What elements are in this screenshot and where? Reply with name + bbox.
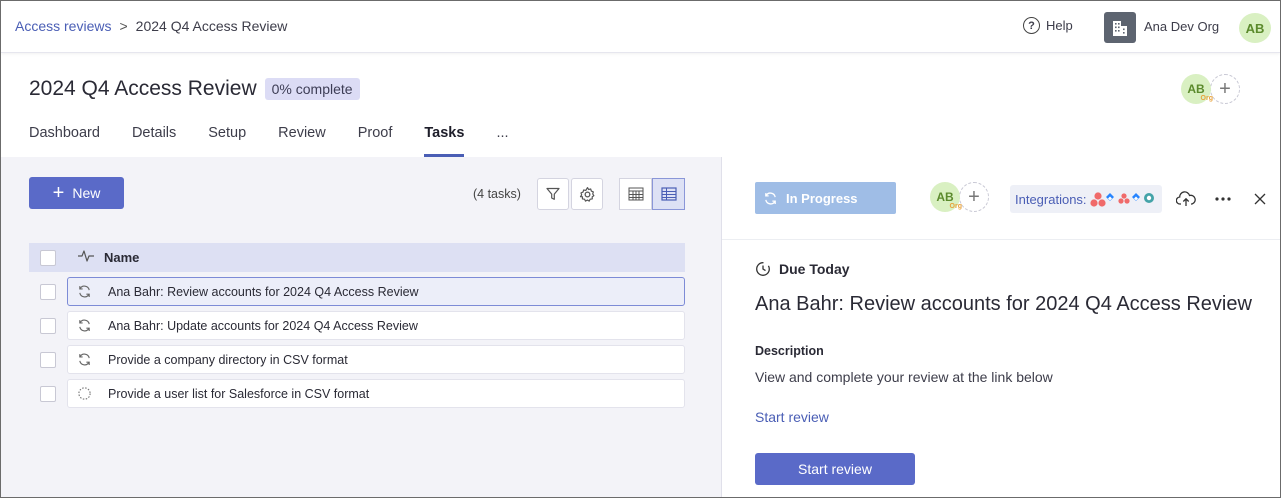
- table-view-button[interactable]: [652, 178, 685, 210]
- clock-icon: [756, 262, 770, 276]
- task-card[interactable]: Provide a user list for Salesforce in CS…: [67, 379, 685, 408]
- table-row: Ana Bahr: Update accounts for 2024 Q4 Ac…: [29, 311, 685, 340]
- filter-icon: [546, 187, 560, 200]
- sync-icon: [765, 191, 776, 205]
- integrations-label: Integrations:: [1015, 191, 1087, 207]
- task-count: (4 tasks): [473, 187, 521, 201]
- review-members: AB Org +: [1181, 74, 1240, 104]
- board-view-icon: [628, 187, 643, 201]
- question-circle-icon: ?: [1023, 17, 1040, 34]
- assignee-initials: AB: [936, 190, 954, 204]
- start-review-link[interactable]: Start review: [755, 409, 829, 425]
- member-role-badge: Org: [1200, 95, 1213, 102]
- row-checkbox[interactable]: [40, 351, 56, 368]
- tab-dashboard[interactable]: Dashboard: [29, 125, 100, 157]
- tab-bar: Dashboard Details Setup Review Proof Tas…: [29, 125, 509, 157]
- tab-review[interactable]: Review: [278, 125, 326, 157]
- description-label: Description: [755, 344, 824, 358]
- tab-tasks[interactable]: Tasks: [424, 125, 465, 157]
- tab-details[interactable]: Details: [132, 125, 176, 157]
- cloud-upload-button[interactable]: [1174, 187, 1198, 211]
- table-row: Provide a user list for Salesforce in CS…: [29, 379, 685, 408]
- task-name: Ana Bahr: Review accounts for 2024 Q4 Ac…: [108, 284, 419, 299]
- task-name: Provide a user list for Salesforce in CS…: [108, 386, 370, 401]
- page-title: 2024 Q4 Access Review: [29, 77, 257, 100]
- sync-icon: [76, 318, 92, 334]
- help-button[interactable]: ? Help: [1023, 17, 1073, 34]
- table-header: Name: [29, 243, 685, 272]
- assignee-avatar[interactable]: AB Org: [930, 182, 962, 212]
- select-all-checkbox[interactable]: [40, 249, 56, 266]
- user-avatar[interactable]: AB: [1239, 13, 1271, 43]
- tasks-list-pane: + New (4 tasks) Name Ana Bahr: Review ac…: [1, 157, 721, 497]
- tab-more[interactable]: ...: [496, 125, 508, 157]
- row-checkbox[interactable]: [40, 317, 56, 334]
- sync-icon: [76, 284, 92, 300]
- tab-proof[interactable]: Proof: [358, 125, 393, 157]
- settings-button[interactable]: [571, 178, 603, 210]
- integrations-button[interactable]: Integrations:: [1010, 185, 1162, 213]
- task-detail-pane: In Progress AB Org + Integrations: Due T…: [722, 157, 1280, 497]
- table-row: Ana Bahr: Review accounts for 2024 Q4 Ac…: [29, 277, 685, 306]
- task-card[interactable]: Ana Bahr: Update accounts for 2024 Q4 Ac…: [67, 311, 685, 340]
- breadcrumb: Access reviews > 2024 Q4 Access Review: [15, 18, 287, 34]
- new-task-label: New: [72, 185, 101, 201]
- description-text: View and complete your review at the lin…: [755, 369, 1053, 385]
- filter-button[interactable]: [537, 178, 569, 210]
- status-button[interactable]: In Progress: [755, 182, 896, 214]
- plus-icon: +: [52, 182, 65, 204]
- column-name-header[interactable]: Name: [104, 250, 139, 265]
- more-options-button[interactable]: [1211, 187, 1235, 211]
- help-label: Help: [1046, 18, 1073, 33]
- close-panel-button[interactable]: [1248, 187, 1272, 211]
- breadcrumb-separator: >: [119, 18, 128, 34]
- assignee-role-badge: Org: [949, 203, 962, 210]
- org-name[interactable]: Ana Dev Org: [1144, 19, 1219, 34]
- detail-divider: [722, 239, 1280, 240]
- gear-icon: [579, 186, 594, 202]
- task-name: Provide a company directory in CSV forma…: [108, 352, 348, 367]
- breadcrumb-access-reviews[interactable]: Access reviews: [15, 18, 111, 34]
- row-checkbox[interactable]: [40, 283, 56, 300]
- close-icon: [1254, 193, 1266, 205]
- integration-logos-icon: [1089, 192, 1154, 207]
- add-member-button[interactable]: +: [1210, 74, 1240, 104]
- board-view-button[interactable]: [619, 178, 652, 210]
- new-task-button[interactable]: + New: [29, 177, 124, 209]
- status-label: In Progress: [786, 190, 858, 206]
- more-horizontal-icon: [1215, 197, 1231, 201]
- top-bar: Access reviews > 2024 Q4 Access Review ?…: [1, 1, 1280, 53]
- task-card[interactable]: Ana Bahr: Review accounts for 2024 Q4 Ac…: [67, 277, 685, 306]
- table-row: Provide a company directory in CSV forma…: [29, 345, 685, 374]
- app-frame: Access reviews > 2024 Q4 Access Review ?…: [0, 0, 1281, 498]
- breadcrumb-current: 2024 Q4 Access Review: [135, 18, 288, 34]
- task-title: Ana Bahr: Review accounts for 2024 Q4 Ac…: [755, 293, 1252, 315]
- row-checkbox[interactable]: [40, 385, 56, 402]
- start-review-button[interactable]: Start review: [755, 453, 915, 485]
- due-date: Due Today: [755, 261, 850, 277]
- add-assignee-button[interactable]: +: [959, 182, 989, 212]
- task-card[interactable]: Provide a company directory in CSV forma…: [67, 345, 685, 374]
- due-label: Due Today: [779, 261, 850, 277]
- cloud-upload-icon: [1176, 191, 1196, 206]
- view-toggle: [619, 178, 685, 210]
- page-header: 2024 Q4 Access Review 0% complete: [29, 77, 360, 101]
- tab-setup[interactable]: Setup: [208, 125, 246, 157]
- task-assignees: AB Org +: [930, 182, 989, 212]
- member-initials: AB: [1187, 82, 1205, 96]
- pending-circle-icon: [76, 386, 92, 402]
- table-view-icon: [660, 187, 677, 201]
- activity-icon: [78, 249, 94, 267]
- building-icon[interactable]: [1104, 12, 1136, 43]
- sync-icon: [76, 352, 92, 368]
- progress-badge: 0% complete: [264, 78, 360, 100]
- task-name: Ana Bahr: Update accounts for 2024 Q4 Ac…: [108, 318, 418, 333]
- member-avatar[interactable]: AB Org: [1181, 74, 1213, 104]
